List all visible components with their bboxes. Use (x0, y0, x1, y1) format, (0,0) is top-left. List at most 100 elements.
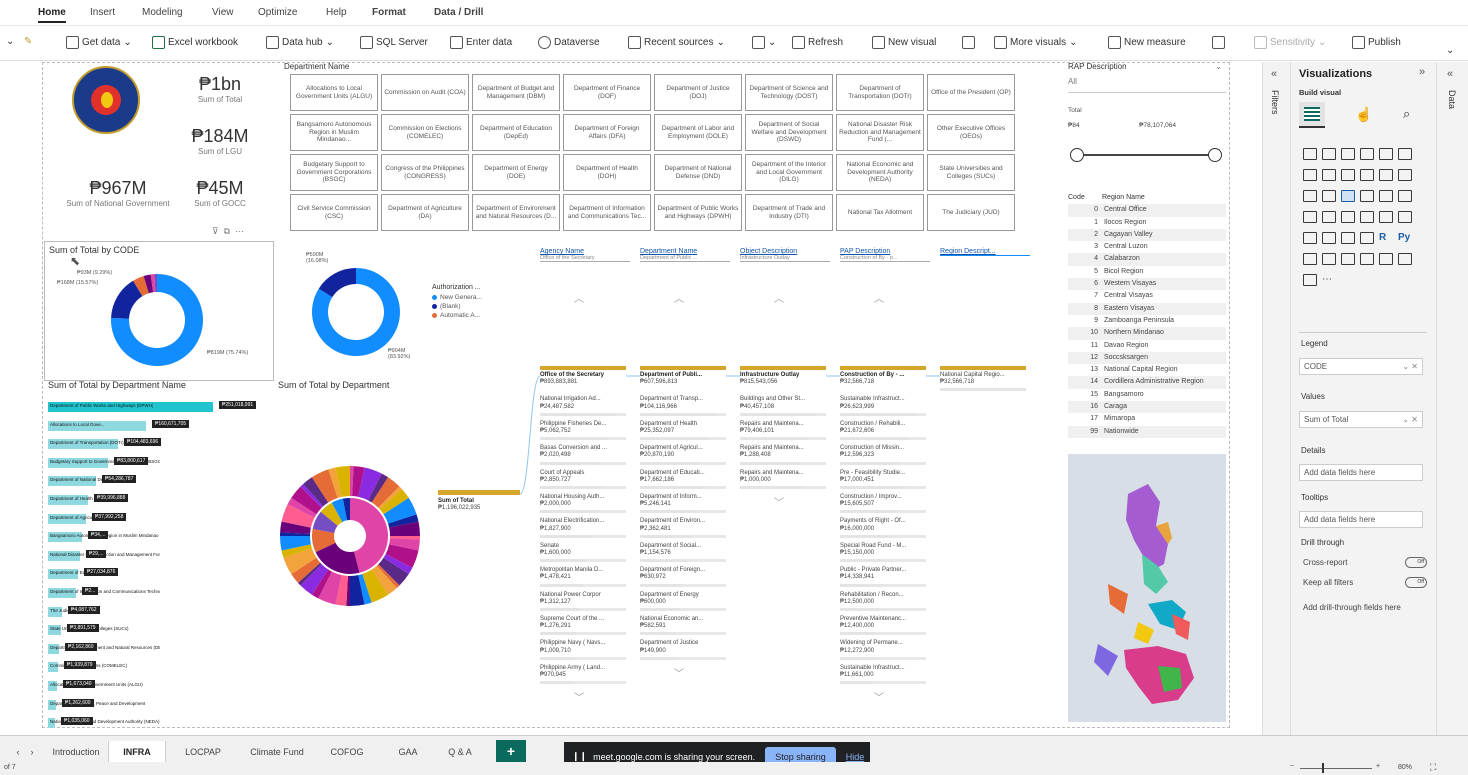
filter-icon[interactable]: ⊽ (212, 226, 219, 236)
page-tab-cofog[interactable]: COFOG (312, 741, 382, 763)
transform-data-button[interactable]: ⌄ (752, 36, 776, 49)
legend-field-chip[interactable]: CODE ⌄ ✕ (1299, 358, 1423, 375)
slicer-option[interactable]: Department of Labor and Employment (DOLE… (654, 114, 742, 151)
new-visual-button[interactable]: New visual (872, 36, 936, 49)
zoom-out-icon[interactable]: − (1290, 763, 1294, 770)
bar-row[interactable]: Department of Information and Communicat… (48, 586, 270, 605)
filled-map-icon[interactable] (1398, 190, 1412, 202)
tab-home[interactable]: Home (38, 7, 66, 23)
range-min-handle[interactable] (1070, 148, 1084, 162)
collapse-chevron-icon[interactable]: « (1447, 68, 1453, 80)
line-chart-icon[interactable] (1303, 169, 1317, 181)
dataverse-button[interactable]: Dataverse (538, 36, 600, 49)
slicer-option[interactable]: Department of Social Welfare and Develop… (745, 114, 833, 151)
new-measure-button[interactable]: New measure (1108, 36, 1186, 49)
slicer-icon[interactable] (1322, 232, 1336, 244)
slicer-option[interactable]: Commission on Elections (COMELEC) (381, 114, 469, 151)
collapse-chevron-icon[interactable]: « (1271, 68, 1277, 80)
slicer-option[interactable]: Department of National Defense (DND) (654, 154, 742, 191)
bar-row[interactable]: Department of Education (DepEd)₱27,034,8… (48, 567, 270, 586)
slicer-option[interactable]: National Tax Allotment (836, 194, 924, 231)
tab-modeling[interactable]: Modeling (142, 7, 183, 18)
ribbon-chart-icon[interactable] (1379, 169, 1393, 181)
quick-measure-button[interactable] (1212, 36, 1225, 49)
format-painter-icon[interactable]: ✎ (24, 36, 32, 47)
table-row[interactable]: 7 Central Visayas (1068, 290, 1226, 302)
matrix-icon[interactable] (1360, 232, 1374, 244)
r-visual-icon[interactable]: R (1379, 232, 1393, 244)
area-chart-icon[interactable] (1322, 169, 1336, 181)
text-box-button[interactable] (962, 36, 975, 49)
bar-row[interactable]: Department of Agriculture (DA) ₱37,992,25… (48, 512, 270, 531)
kpi-total-card[interactable]: ₱1bn Sum of Total (180, 74, 260, 104)
expand-chevron-icon[interactable]: » (1419, 66, 1425, 78)
page-tab-infra[interactable]: INFRA (108, 741, 166, 763)
zoom-in-icon[interactable]: + (1376, 763, 1380, 770)
keep-filters-toggle[interactable]: Off (1405, 577, 1427, 588)
slicer-option[interactable]: Department of Agriculture (DA) (381, 194, 469, 231)
undo-chevron-icon[interactable]: ⌄ (6, 36, 14, 47)
table-row[interactable]: 16 Caraga (1068, 401, 1226, 414)
tooltips-drop-zone[interactable]: Add data fields here (1299, 511, 1423, 528)
tab-insert[interactable]: Insert (90, 7, 115, 18)
bar-row[interactable]: State Universities and Colleges (SUCs)₱3… (48, 623, 270, 642)
build-visual-tab-icon[interactable] (1299, 102, 1325, 128)
page-tab-climate-fund[interactable]: Climate Fund (244, 741, 310, 763)
decomposition-tree-icon[interactable] (1322, 253, 1336, 265)
slicer-option[interactable]: State Universities and Colleges (SUCs) (927, 154, 1015, 191)
cross-report-toggle[interactable]: Off (1405, 557, 1427, 568)
table-row[interactable]: 3 Central Luzon (1068, 241, 1226, 253)
page-tab-gaa[interactable]: GAA (390, 741, 426, 763)
data-pane[interactable]: « Data (1436, 62, 1468, 735)
slicer-option[interactable]: Congress of the Philippines (CONGRESS) (381, 154, 469, 191)
hide-button[interactable]: Hide (846, 752, 865, 762)
remove-field-icon[interactable]: ⌄ ✕ (1402, 415, 1418, 424)
table-row[interactable]: 99 Nationwide (1068, 425, 1226, 438)
power-automate-icon[interactable] (1303, 274, 1317, 286)
slicer-option[interactable]: Other Executive Offices (OEOs) (927, 114, 1015, 151)
kpi-gocc-card[interactable]: ₱45M Sum of GOCC (180, 178, 260, 208)
waterfall-icon[interactable] (1398, 169, 1412, 181)
table-row[interactable]: 4 Calabarzon (1068, 253, 1226, 266)
bar-row[interactable]: Department of Interior, Peace and Develo… (48, 698, 270, 717)
tab-view[interactable]: View (212, 7, 234, 18)
more-visuals-icon[interactable]: ⋯ (1322, 274, 1336, 286)
kpi-icon[interactable] (1303, 232, 1317, 244)
bar-row[interactable]: National Economic and Development Author… (48, 716, 270, 735)
stacked-bar-icon[interactable] (1303, 148, 1317, 160)
table-row[interactable]: 13 National Capital Region (1068, 364, 1226, 376)
page-tab-q-a[interactable]: Q & A (434, 741, 486, 763)
clustered-column-icon[interactable] (1360, 148, 1374, 160)
python-visual-icon[interactable]: Py (1398, 232, 1412, 244)
more-visuals-button[interactable]: More visuals ⌄ (994, 36, 1078, 49)
slicer-option[interactable]: Commission on Audit (COA) (381, 74, 469, 111)
philippines-map[interactable] (1068, 454, 1226, 722)
key-influencers-icon[interactable] (1303, 253, 1317, 265)
100-column-icon[interactable] (1398, 148, 1412, 160)
zoom-slider[interactable] (1300, 768, 1372, 769)
treemap-icon[interactable] (1360, 190, 1374, 202)
donut-by-authorization-visual[interactable]: ₱590M (16.08%) ₱904M (83.92%) (300, 248, 430, 378)
funnel-icon[interactable] (1341, 211, 1355, 223)
page-tab-introduction[interactable]: Introduction (42, 741, 110, 763)
range-max-handle[interactable] (1208, 148, 1222, 162)
remove-field-icon[interactable]: ⌄ ✕ (1402, 362, 1418, 371)
next-page-icon[interactable]: › (22, 741, 42, 763)
slicer-option[interactable]: Budgetary Support to Government Corporat… (290, 154, 378, 191)
tab-optimize[interactable]: Optimize (258, 7, 297, 18)
bar-row[interactable]: Allocations to Local Government Units (A… (48, 679, 270, 698)
slicer-option[interactable]: Department of Energy (DOE) (472, 154, 560, 191)
bar-row[interactable]: Budgetary Support to Government Corporat… (48, 456, 270, 475)
rap-dropdown[interactable]: All (1068, 77, 1226, 93)
filters-pane[interactable]: « Filters (1262, 62, 1290, 735)
smart-narrative-icon[interactable] (1360, 253, 1374, 265)
table-row[interactable]: 1 Ilocos Region (1068, 217, 1226, 229)
bar-row[interactable]: Department of National Defense (DND) ₱54,… (48, 474, 270, 493)
bar-row[interactable]: Bangsamoro Autonomous Region in Muslim M… (48, 530, 270, 549)
table-row[interactable]: 2 Cagayan Valley (1068, 228, 1226, 242)
format-visual-icon[interactable]: ☝ (1355, 106, 1372, 123)
slicer-option[interactable]: Department of Information and Communicat… (563, 194, 651, 231)
slicer-option[interactable]: Department of the Interior and Local Gov… (745, 154, 833, 191)
table-row[interactable]: 14 Cordillera Administrative Region (1068, 376, 1226, 389)
tab-help[interactable]: Help (326, 7, 347, 18)
